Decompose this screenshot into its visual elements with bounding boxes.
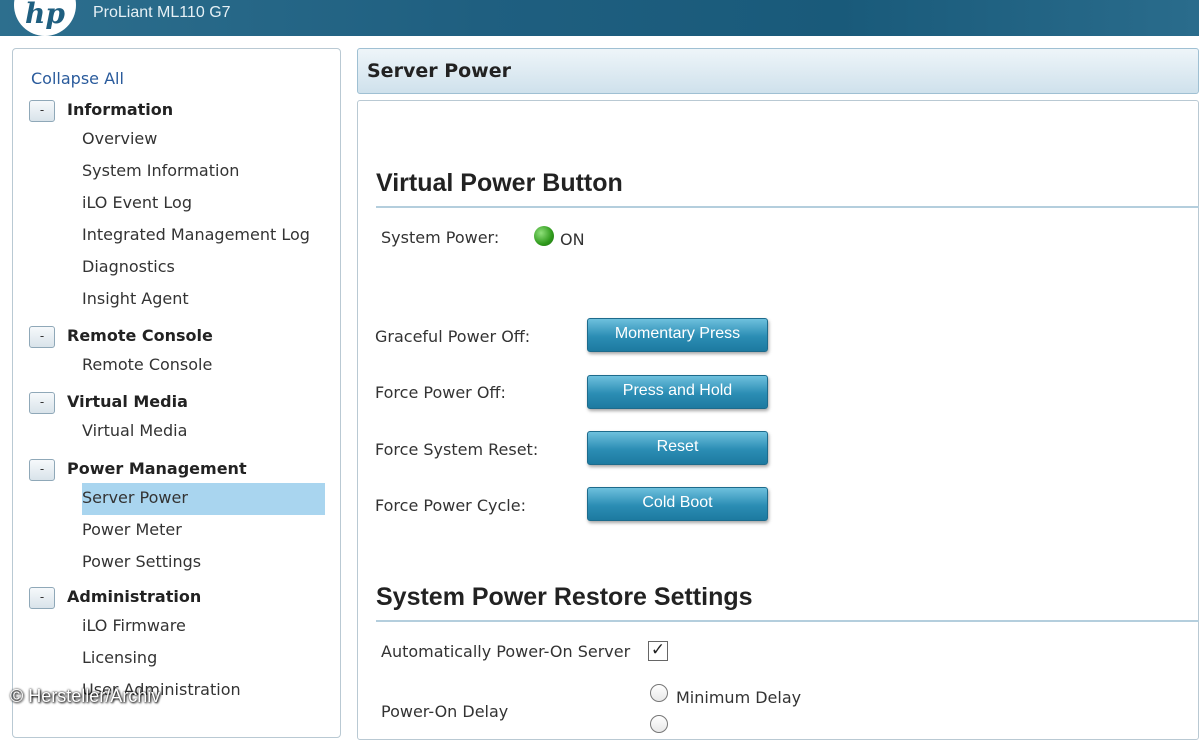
collapse-toggle-icon[interactable]: - (29, 459, 55, 481)
system-power-status: ON (560, 230, 585, 249)
sidebar-item-virtual-media[interactable]: Virtual Media (13, 416, 340, 448)
section-title[interactable]: Virtual Media (67, 392, 188, 411)
page-title: Server Power (367, 60, 511, 82)
collapse-toggle-icon[interactable]: - (29, 326, 55, 348)
hp-logo: hp (14, 0, 76, 36)
collapse-all-link[interactable]: Collapse All (31, 69, 124, 88)
power-status-led-icon (534, 226, 554, 246)
sidebar-item-power-settings[interactable]: Power Settings (13, 547, 340, 579)
force-power-off-label: Force Power Off: (375, 383, 506, 402)
sidebar-item-ilo-firmware[interactable]: iLO Firmware (13, 611, 340, 643)
server-power-panel: Virtual Power Button System Power: ON Gr… (357, 100, 1199, 740)
delay-option-radio[interactable] (650, 715, 668, 733)
auto-power-on-label: Automatically Power-On Server (381, 642, 631, 661)
press-and-hold-button[interactable]: Press and Hold (587, 375, 768, 409)
cold-boot-button[interactable]: Cold Boot (587, 487, 768, 521)
system-power-label: System Power: (381, 228, 500, 247)
sidebar-nav: Collapse All - Information Overview Syst… (12, 48, 341, 738)
sidebar-item-licensing[interactable]: Licensing (13, 643, 340, 675)
nav-section-virtual-media: - Virtual Media Virtual Media (13, 390, 340, 448)
force-power-cycle-label: Force Power Cycle: (375, 496, 526, 515)
app-header: hp ProLiant ML110 G7 (0, 0, 1199, 36)
sidebar-item-insight-agent[interactable]: Insight Agent (13, 284, 340, 316)
section-title[interactable]: Information (67, 100, 173, 119)
sidebar-item-ilo-event-log[interactable]: iLO Event Log (13, 188, 340, 220)
nav-section-power-management: - Power Management Server Power Power Me… (13, 457, 340, 579)
power-on-delay-label: Power-On Delay (381, 702, 509, 721)
sidebar-item-server-power[interactable]: Server Power (82, 483, 325, 515)
collapse-toggle-icon[interactable]: - (29, 587, 55, 609)
section-title[interactable]: Administration (67, 587, 201, 606)
graceful-power-off-label: Graceful Power Off: (375, 327, 531, 346)
momentary-press-button[interactable]: Momentary Press (587, 318, 768, 352)
auto-power-on-checkbox[interactable]: ✓ (648, 641, 668, 661)
force-system-reset-label: Force System Reset: (375, 440, 539, 459)
minimum-delay-label: Minimum Delay (676, 688, 802, 707)
power-restore-heading: System Power Restore Settings (376, 583, 1199, 622)
minimum-delay-radio[interactable] (650, 684, 668, 702)
sidebar-item-remote-console[interactable]: Remote Console (13, 350, 340, 382)
sidebar-item-integrated-management-log[interactable]: Integrated Management Log (13, 220, 340, 252)
product-name: ProLiant ML110 G7 (93, 4, 231, 21)
collapse-toggle-icon[interactable]: - (29, 392, 55, 414)
sidebar-item-system-information[interactable]: System Information (13, 156, 340, 188)
nav-section-information: - Information Overview System Informatio… (13, 98, 340, 316)
reset-button[interactable]: Reset (587, 431, 768, 465)
copyright-watermark: © Hersteller/Archiv (10, 686, 161, 706)
page-title-bar: Server Power (357, 48, 1199, 94)
sidebar-item-diagnostics[interactable]: Diagnostics (13, 252, 340, 284)
collapse-toggle-icon[interactable]: - (29, 100, 55, 122)
nav-section-remote-console: - Remote Console Remote Console (13, 324, 340, 382)
sidebar-item-overview[interactable]: Overview (13, 124, 340, 156)
section-title[interactable]: Remote Console (67, 326, 213, 345)
section-title[interactable]: Power Management (67, 459, 247, 478)
virtual-power-heading: Virtual Power Button (376, 169, 1199, 208)
sidebar-item-power-meter[interactable]: Power Meter (13, 515, 340, 547)
